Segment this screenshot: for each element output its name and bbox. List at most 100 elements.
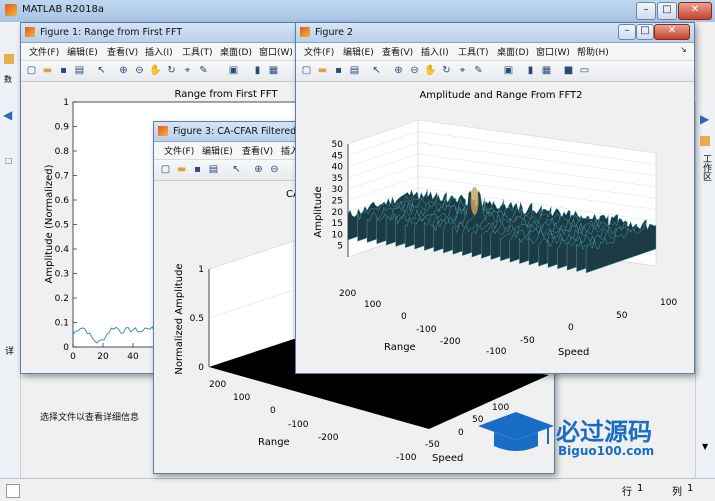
- menu-dock-icon[interactable]: ↘: [680, 45, 687, 54]
- link-icon[interactable]: ▣: [227, 64, 240, 77]
- z-tick-label: 10: [332, 230, 344, 240]
- new-figure-icon[interactable]: ▢: [159, 163, 172, 176]
- figure1-title: Figure 1: Range from First FFT: [40, 27, 183, 38]
- speed-tick-0: 0: [458, 428, 464, 438]
- figure-logo-icon: [25, 27, 35, 37]
- speed-tick-neg100: -100: [396, 453, 417, 463]
- expand-icon[interactable]: □: [5, 156, 13, 165]
- back-arrow-icon[interactable]: ◀: [3, 108, 12, 122]
- pan-icon[interactable]: ✋: [149, 64, 162, 77]
- brush-icon[interactable]: ✎: [197, 64, 210, 77]
- figure2-range-label: Range: [384, 342, 416, 353]
- right-strip: ▶ 工作区 ▼: [695, 102, 715, 478]
- z-tick-0.5: 0.5: [190, 314, 204, 324]
- new-figure-icon[interactable]: ▢: [25, 64, 38, 77]
- figure2-zlabel: Amplitude: [313, 186, 324, 237]
- menu-view[interactable]: 查看(V): [242, 144, 273, 157]
- save-icon[interactable]: ▪: [191, 163, 204, 176]
- figure2-maximize-button[interactable]: □: [636, 24, 654, 40]
- menu-tools[interactable]: 工具(T): [458, 45, 489, 58]
- menu-window[interactable]: 窗口(W): [536, 45, 570, 58]
- speed-tick-100: 100: [660, 298, 677, 308]
- speed-tick-neg50: -50: [520, 336, 535, 346]
- menu-view[interactable]: 查看(V): [107, 45, 138, 58]
- y-tick-label: 0.1: [55, 319, 69, 329]
- zoom-in-icon[interactable]: ⊕: [252, 163, 265, 176]
- open-file-icon[interactable]: ▬: [41, 64, 54, 77]
- menu-tools[interactable]: 工具(T): [182, 45, 213, 58]
- pointer-icon[interactable]: ↖: [230, 163, 243, 176]
- menu-insert[interactable]: 插入(I): [145, 45, 173, 58]
- colorbar-icon[interactable]: ▮: [251, 64, 264, 77]
- menu-help[interactable]: 帮助(H): [577, 45, 609, 58]
- save-icon[interactable]: ▪: [57, 64, 70, 77]
- menu-desktop[interactable]: 桌面(D): [220, 45, 252, 58]
- show-tools-icon[interactable]: ▭: [578, 64, 591, 77]
- print-icon[interactable]: ▤: [73, 64, 86, 77]
- range-tick-0: 0: [270, 406, 276, 416]
- zoom-out-icon[interactable]: ⊖: [268, 163, 281, 176]
- speed-tick-neg50: -50: [425, 440, 440, 450]
- menu-desktop[interactable]: 桌面(D): [497, 45, 529, 58]
- z-tick-1: 1: [198, 265, 204, 275]
- menu-edit[interactable]: 编辑(E): [67, 45, 98, 58]
- z-tick-0: 0: [198, 363, 204, 373]
- menu-insert[interactable]: 插入(I): [421, 45, 449, 58]
- figure2-menubar: 文件(F) 编辑(E) 查看(V) 插入(I) 工具(T) 桌面(D) 窗口(W…: [296, 43, 694, 61]
- zoom-out-icon[interactable]: ⊖: [408, 64, 421, 77]
- colorbar-icon[interactable]: ▮: [524, 64, 537, 77]
- figure2-minimize-button[interactable]: –: [618, 24, 636, 40]
- nav-text-icon: 数: [4, 75, 12, 84]
- brush-icon[interactable]: ✎: [472, 64, 485, 77]
- link-icon[interactable]: ▣: [502, 64, 515, 77]
- open-file-icon[interactable]: ▬: [316, 64, 329, 77]
- workspace-icon[interactable]: [700, 136, 710, 146]
- figure2-close-button[interactable]: ✕: [654, 24, 690, 40]
- data-cursor-icon[interactable]: ⌖: [181, 64, 194, 77]
- legend-icon[interactable]: ▦: [267, 64, 280, 77]
- zoom-out-icon[interactable]: ⊖: [133, 64, 146, 77]
- print-icon[interactable]: ▤: [348, 64, 361, 77]
- figure2-titlebar[interactable]: Figure 2 – □ ✕: [296, 23, 694, 43]
- y-tick-label: 0.3: [55, 270, 69, 280]
- menu-edit[interactable]: 编辑(E): [202, 144, 233, 157]
- save-icon[interactable]: ▪: [332, 64, 345, 77]
- z-tick-label: 5: [337, 242, 343, 252]
- legend-icon[interactable]: ▦: [540, 64, 553, 77]
- pointer-icon[interactable]: ↖: [370, 64, 383, 77]
- pointer-icon[interactable]: ↖: [95, 64, 108, 77]
- zoom-in-icon[interactable]: ⊕: [392, 64, 405, 77]
- z-tick-label: 30: [332, 185, 344, 195]
- workspace-tab[interactable]: 工作区: [700, 154, 713, 181]
- minimize-button[interactable]: –: [636, 2, 656, 20]
- menu-edit[interactable]: 编辑(E): [343, 45, 374, 58]
- range-tick-neg200: -200: [318, 433, 339, 443]
- print-icon[interactable]: ▤: [207, 163, 220, 176]
- range-tick-100: 100: [364, 300, 381, 310]
- figure2-canvas: Amplitude and Range From FFT2 50 45 40 35 30…: [296, 82, 694, 372]
- menu-file[interactable]: 文件(F): [304, 45, 334, 58]
- menu-window[interactable]: 窗口(W): [259, 45, 293, 58]
- figure2-window[interactable]: Figure 2 – □ ✕ 文件(F) 编辑(E) 查看(V) 插入(I) 工…: [295, 22, 695, 374]
- hide-tools-icon[interactable]: ■: [562, 64, 575, 77]
- y-tick-label: 0.5: [55, 221, 69, 231]
- matlab-titlebar[interactable]: MATLAB R2018a – □ ✕: [0, 0, 715, 23]
- rotate-icon[interactable]: ↻: [440, 64, 453, 77]
- close-button[interactable]: ✕: [678, 2, 712, 20]
- scroll-down-icon[interactable]: ▼: [702, 442, 708, 451]
- menu-file[interactable]: 文件(F): [164, 144, 194, 157]
- pan-icon[interactable]: ✋: [424, 64, 437, 77]
- y-tick-label: 0.2: [55, 294, 69, 304]
- maximize-button[interactable]: □: [657, 2, 677, 20]
- range-tick-200: 200: [209, 380, 226, 390]
- rotate-icon[interactable]: ↻: [165, 64, 178, 77]
- figure2-speed-label: Speed: [558, 347, 589, 358]
- zoom-in-icon[interactable]: ⊕: [117, 64, 130, 77]
- menu-view[interactable]: 查看(V): [382, 45, 413, 58]
- menu-file[interactable]: 文件(F): [29, 45, 59, 58]
- folder-icon[interactable]: [4, 54, 14, 64]
- data-cursor-icon[interactable]: ⌖: [456, 64, 469, 77]
- new-figure-icon[interactable]: ▢: [300, 64, 313, 77]
- expand-panel-icon[interactable]: ▶: [700, 112, 709, 126]
- open-file-icon[interactable]: ▬: [175, 163, 188, 176]
